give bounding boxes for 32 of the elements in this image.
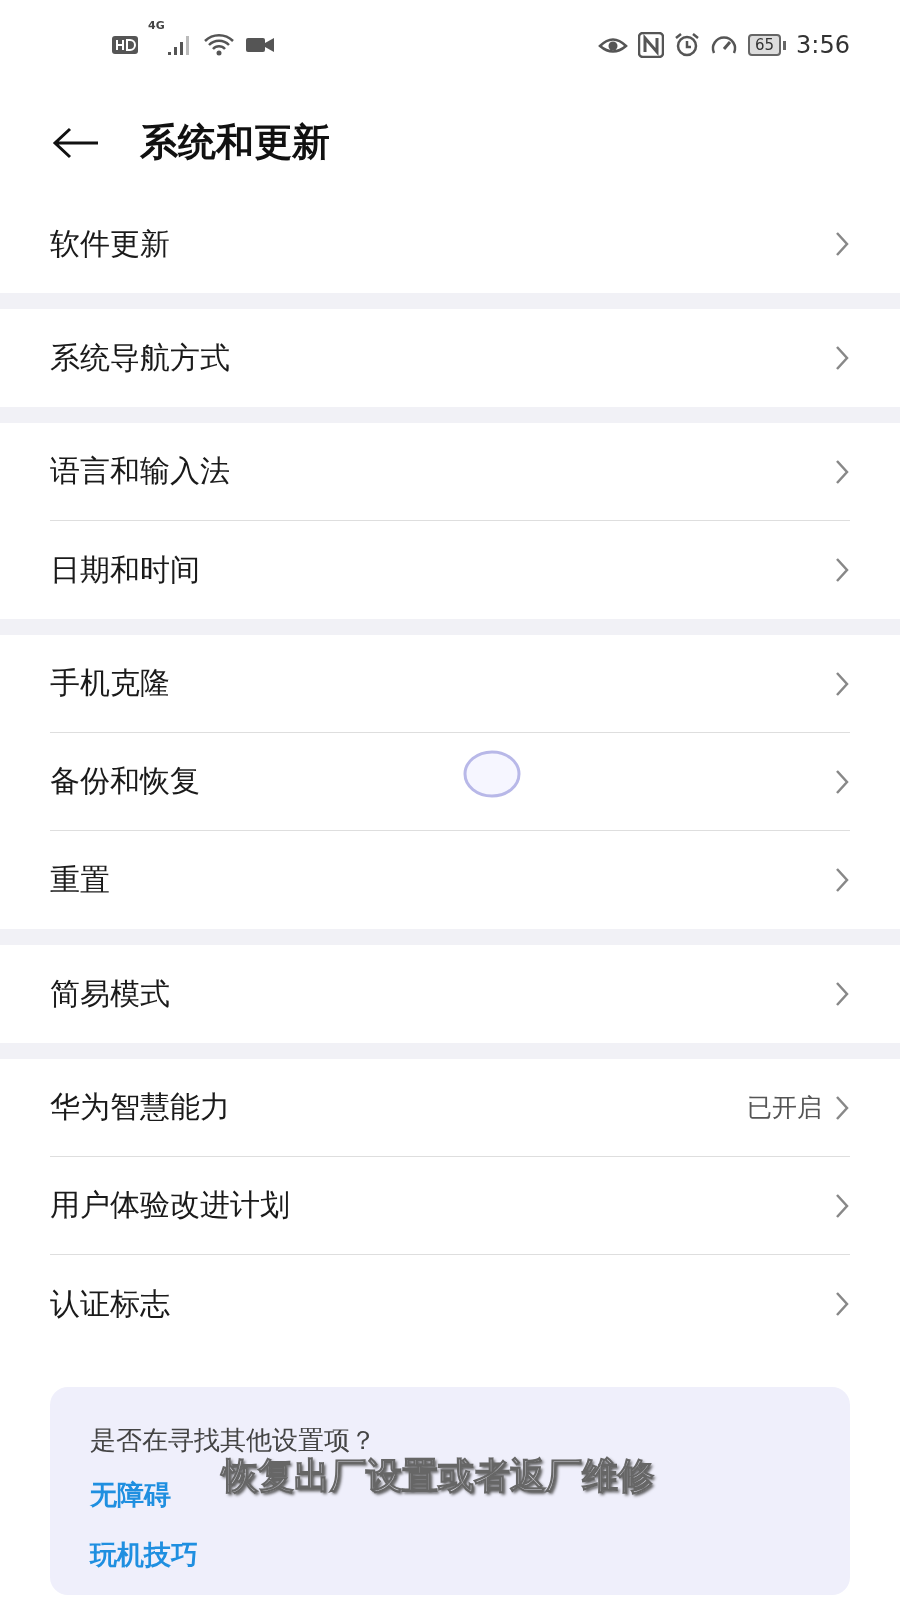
hd-icon — [112, 36, 138, 54]
wifi-icon — [202, 33, 235, 57]
chevron-icon — [834, 344, 850, 372]
page-title: 系统和更新 — [140, 119, 330, 166]
network-type: 4G — [148, 19, 165, 32]
chevron-icon — [834, 230, 850, 258]
settings-row[interactable]: 系统导航方式 — [50, 309, 850, 407]
status-value: 已开启 — [747, 1092, 822, 1124]
chevron-icon — [834, 556, 850, 584]
settings-row[interactable]: 重置 — [50, 831, 850, 929]
battery-level: 65 — [748, 34, 782, 56]
clock-time: 3:56 — [796, 31, 850, 59]
settings-row[interactable]: 华为智慧能力 已开启 — [50, 1059, 850, 1157]
chevron-icon — [834, 866, 850, 894]
chevron-icon — [834, 980, 850, 1008]
settings-row[interactable]: 软件更新 — [50, 195, 850, 293]
settings-row[interactable]: 简易模式 — [50, 945, 850, 1043]
settings-row[interactable]: 用户体验改进计划 — [50, 1157, 850, 1255]
video-camera-icon — [244, 36, 275, 54]
back-arrow-icon[interactable] — [52, 126, 100, 159]
video-caption: 恢复出厂设置或者返厂维修 — [222, 1458, 654, 1494]
chevron-icon — [834, 1290, 850, 1318]
nfc-icon — [638, 32, 664, 58]
touch-indicator-icon — [462, 749, 522, 799]
settings-row[interactable]: 语言和输入法 — [50, 423, 850, 521]
settings-row[interactable]: 认证标志 — [50, 1255, 850, 1353]
settings-row[interactable]: 手机克隆 — [50, 635, 850, 733]
settings-row[interactable]: 备份和恢复 — [50, 733, 850, 831]
eye-icon — [598, 35, 628, 55]
alarm-icon — [674, 32, 700, 58]
settings-row[interactable]: 日期和时间 — [50, 521, 850, 619]
card-title: 是否在寻找其他设置项？ — [90, 1427, 377, 1453]
